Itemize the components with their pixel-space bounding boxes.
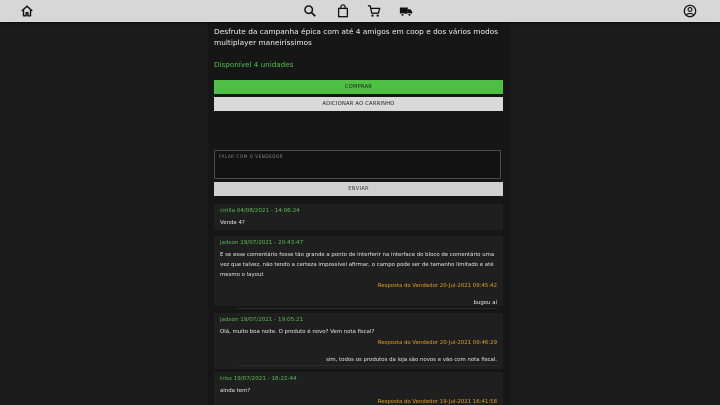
comment-header: jadson 19/07/2021 - 20:43:47 xyxy=(220,240,304,246)
account-icon[interactable] xyxy=(682,3,698,19)
seller-reply: Resposta do Vendedor 20-Jul-2021 09:45:4… xyxy=(220,283,497,309)
stock-status: Disponível 4 unidades xyxy=(214,60,294,69)
seller-reply: Resposta do Vendedor 20-Jul-2021 09:46:2… xyxy=(220,340,497,366)
home-icon[interactable] xyxy=(19,3,35,19)
cart-icon[interactable] xyxy=(366,3,382,19)
comment-item: cirilla 04/08/2021 - 14:06:24 Vende 4? xyxy=(214,204,503,230)
comment-header: jadson 19/07/2021 - 19:05:21 xyxy=(220,317,304,323)
seller-reply: Resposta do Vendedor 19-Jul-2021 16:41:5… xyxy=(220,399,497,405)
seller-reply-text: bugou aí xyxy=(237,300,497,309)
comment-text: E se esse comentário fosse tão grande a … xyxy=(220,252,495,278)
buy-button[interactable]: COMPRAR xyxy=(214,80,503,94)
comment-item: jadson 19/07/2021 - 20:43:47 E se esse c… xyxy=(214,236,503,309)
comment-item: triss 19/07/2021 - 16:22:44 ainda tem? R… xyxy=(214,372,503,405)
seller-reply-header: Resposta do Vendedor 20-Jul-2021 09:45:4… xyxy=(377,283,497,289)
comment-text: Vende 4? xyxy=(220,220,245,226)
product-description: Desfrute da campanha épica com até 4 ami… xyxy=(214,27,499,47)
comment-header: triss 19/07/2021 - 16:22:44 xyxy=(220,376,297,382)
seller-reply-header: Resposta do Vendedor 20-Jul-2021 09:46:2… xyxy=(377,340,497,346)
bag-icon[interactable] xyxy=(335,3,351,19)
search-icon[interactable] xyxy=(302,3,318,19)
add-to-cart-button[interactable]: ADICIONAR AO CARRINHO xyxy=(214,97,503,111)
send-button[interactable]: ENVIAR xyxy=(214,182,503,196)
comment-header: cirilla 04/08/2021 - 14:06:24 xyxy=(220,208,300,214)
truck-icon[interactable] xyxy=(398,3,414,19)
top-navbar xyxy=(0,0,720,22)
comment-text: Olá, muito boa noite. O produto é novo? … xyxy=(220,329,375,335)
seller-message-input[interactable] xyxy=(214,150,501,179)
comment-item: jadson 19/07/2021 - 19:05:21 Olá, muito … xyxy=(214,313,503,369)
comment-text: ainda tem? xyxy=(220,388,251,394)
seller-reply-header: Resposta do Vendedor 19-Jul-2021 16:41:5… xyxy=(377,399,497,405)
seller-reply-text: sim, todos os produtos da loja são novos… xyxy=(237,357,497,366)
